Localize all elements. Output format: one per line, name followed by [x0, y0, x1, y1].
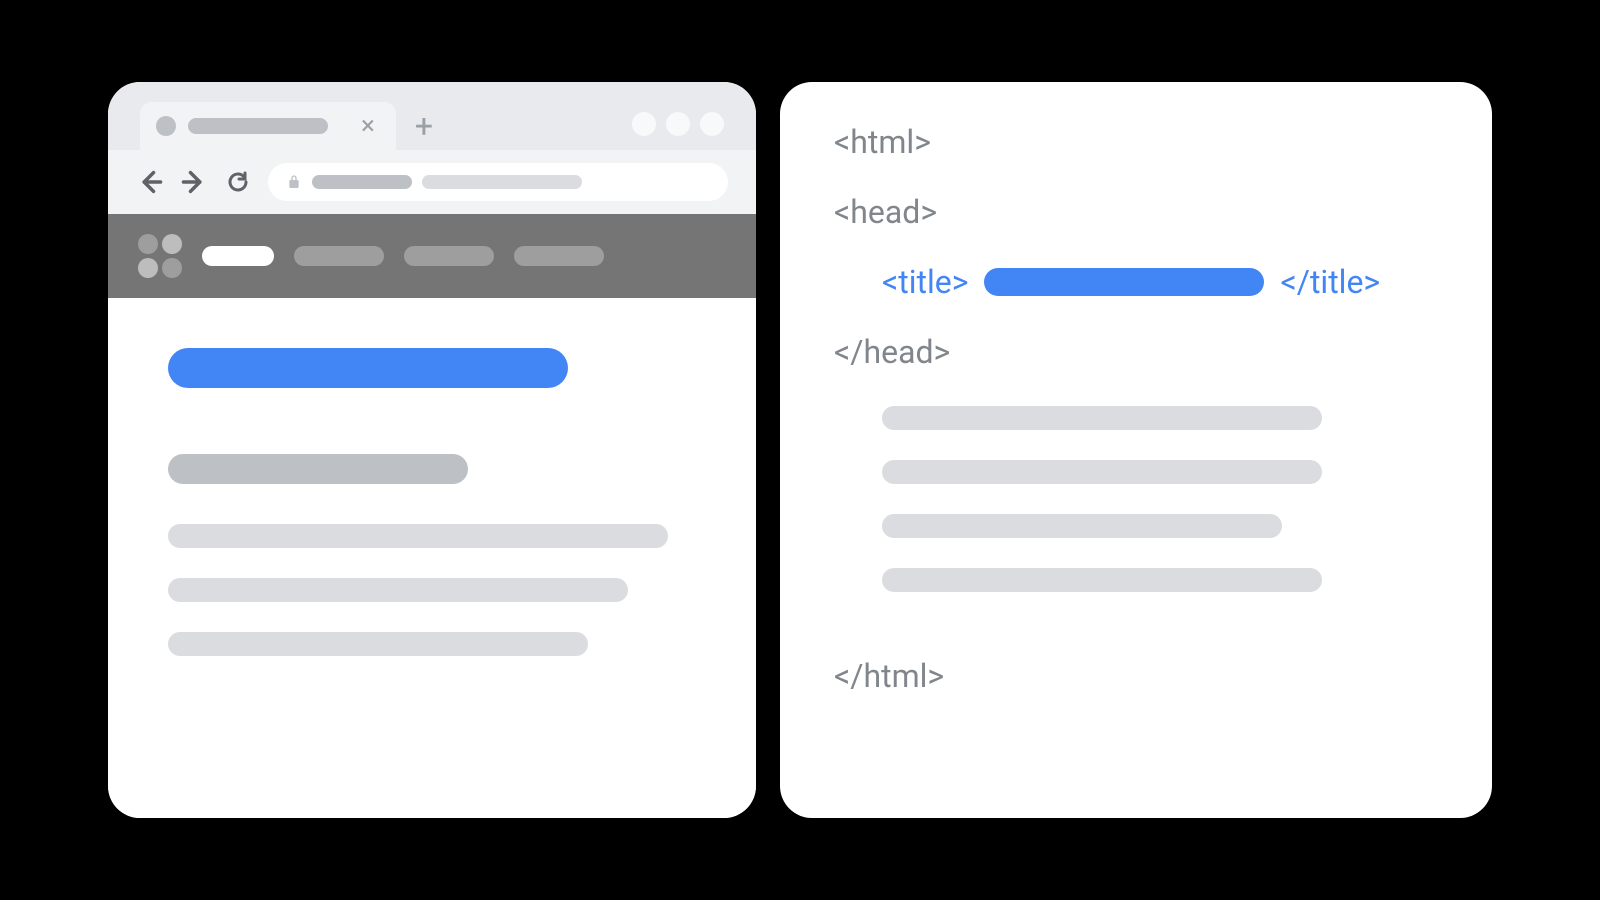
body-markup-placeholder	[882, 514, 1282, 538]
title-close-tag: </title>	[1280, 263, 1380, 301]
code-line: <html>	[834, 122, 1438, 162]
browser-tab-bar: × +	[108, 82, 756, 150]
tab-favicon	[156, 116, 176, 136]
close-icon[interactable]: ×	[356, 114, 380, 138]
html-open-tag: <html>	[834, 123, 931, 161]
body-markup-placeholder	[882, 406, 1322, 430]
reload-button[interactable]	[224, 168, 252, 196]
nav-item-active[interactable]	[202, 246, 274, 266]
page-subheading-placeholder	[168, 454, 468, 484]
nav-item[interactable]	[404, 246, 494, 266]
body-text-placeholder	[168, 578, 628, 602]
browser-toolbar	[108, 150, 756, 214]
browser-mockup: × +	[108, 82, 756, 818]
nav-item[interactable]	[294, 246, 384, 266]
window-control-close[interactable]	[700, 112, 724, 136]
site-logo[interactable]	[138, 234, 182, 278]
browser-tab[interactable]: ×	[140, 102, 396, 150]
body-text-placeholder	[168, 524, 668, 548]
url-path-placeholder	[422, 175, 582, 189]
head-open-tag: <head>	[834, 193, 937, 231]
code-line: </html>	[834, 656, 1438, 696]
address-bar[interactable]	[268, 163, 728, 201]
site-navigation	[108, 214, 756, 298]
head-close-tag: </head>	[834, 333, 950, 371]
code-line: <head>	[834, 192, 1438, 232]
title-open-tag: <title>	[882, 263, 968, 301]
code-line: </head>	[834, 332, 1438, 372]
page-content	[108, 298, 756, 818]
forward-button[interactable]	[180, 168, 208, 196]
code-line-title: <title> </title>	[834, 262, 1438, 302]
nav-item[interactable]	[514, 246, 604, 266]
page-title-placeholder	[168, 348, 568, 388]
new-tab-button[interactable]: +	[404, 102, 444, 150]
tab-title	[188, 118, 328, 134]
html-source-panel: <html> <head> <title> </title> </head> <…	[780, 82, 1492, 818]
title-content-placeholder	[984, 268, 1264, 296]
window-control-max[interactable]	[666, 112, 690, 136]
html-close-tag: </html>	[834, 657, 944, 695]
lock-icon	[286, 174, 302, 190]
body-markup-placeholder	[882, 460, 1322, 484]
body-markup-placeholder	[882, 568, 1322, 592]
code-body-block	[834, 406, 1438, 622]
window-control-min[interactable]	[632, 112, 656, 136]
back-button[interactable]	[136, 168, 164, 196]
url-domain-placeholder	[312, 175, 412, 189]
body-text-placeholder	[168, 632, 588, 656]
window-controls	[632, 112, 724, 150]
